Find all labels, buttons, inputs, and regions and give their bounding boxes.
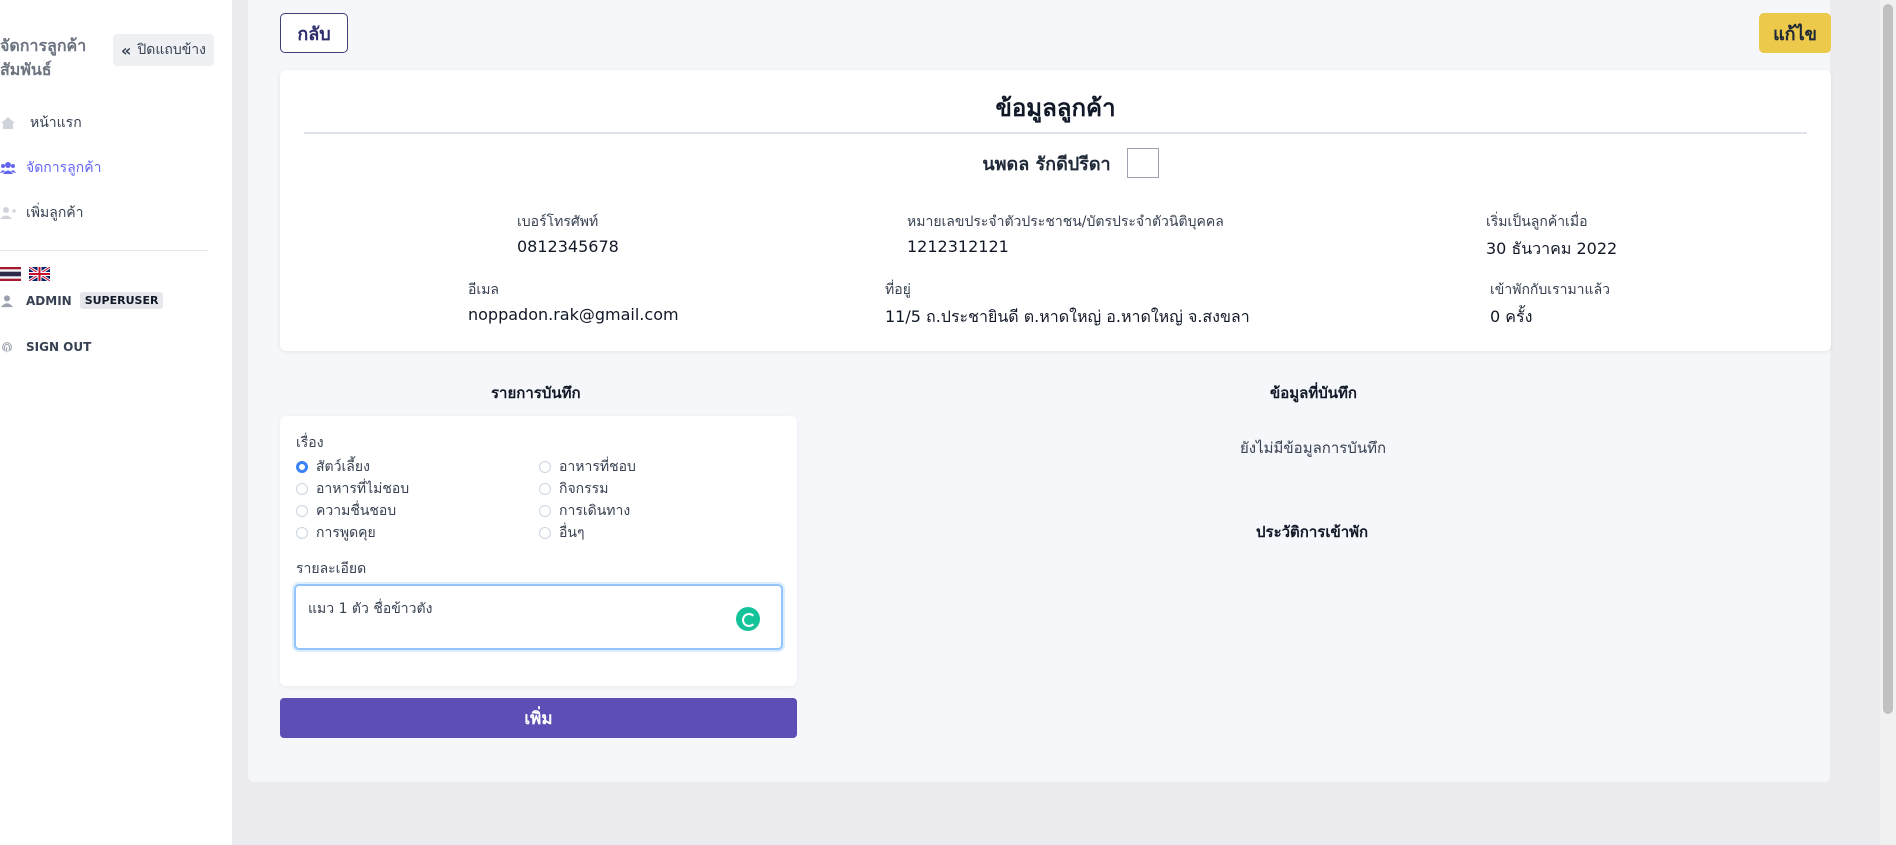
customer-info-title: ข้อมูลลูกค้า [995, 94, 1116, 122]
fingerprint-icon [2, 342, 12, 353]
radio-label: อาหารที่ชอบ [559, 459, 636, 475]
radio-dot[interactable] [296, 527, 308, 539]
id-value: 1212312121 [907, 237, 1009, 256]
radio-favorite-food[interactable]: อาหารที่ชอบ [539, 458, 782, 476]
customer-name: นพดล รักดีปรีดา [982, 153, 1111, 175]
radio-label: อาหารที่ไม่ชอบ [316, 481, 410, 497]
radio-preferences[interactable]: ความชื่นชอบ [296, 502, 539, 520]
sidebar-item-home[interactable]: หน้าแรก [0, 112, 82, 134]
since-field: เริ่มเป็นลูกค้าเมื่อ 30 ธันวาคม 2022 [1486, 211, 1617, 262]
radio-dot[interactable] [539, 527, 551, 539]
edit-button[interactable]: แก้ไข [1759, 13, 1831, 53]
detail-textarea[interactable]: แมว 1 ตัว ชื่อข้าวตัง [294, 584, 783, 650]
app-brand: จัดการลูกค้าสัมพันธ์ [0, 36, 87, 79]
sidebar-divider [0, 250, 208, 251]
stays-field: เข้าพักกับเรามาแล้ว 0 ครั้ง [1490, 279, 1610, 330]
current-user: ADMIN SUPERUSER [0, 292, 164, 309]
note-form: เรื่อง สัตว์เลี้ยง อาหารที่ชอบ อาหารที่ไ… [280, 416, 797, 686]
sidebar-item-add-customer[interactable]: เพิ่มลูกค้า [0, 202, 84, 224]
radio-dot[interactable] [539, 505, 551, 517]
radio-dot[interactable] [539, 461, 551, 473]
user-plus-icon [0, 207, 16, 219]
sidebar: จัดการลูกค้าสัมพันธ์ « ปิดแถบข้าง หน้าแร… [0, 0, 232, 845]
detail-label: รายละเอียด [296, 561, 367, 577]
radio-label: กิจกรรม [559, 481, 609, 497]
customer-info-card: ข้อมูลลูกค้า นพดล รักดีปรีดา เบอร์โทรศัพ… [280, 70, 1831, 351]
subject-radio-group: สัตว์เลี้ยง อาหารที่ชอบ อาหารที่ไม่ชอบ ก… [296, 458, 786, 542]
stays-label: เข้าพักกับเรามาแล้ว [1490, 282, 1611, 298]
stay-history-title: ประวัติการเข้าพัก [1256, 523, 1369, 541]
language-switcher [0, 267, 50, 281]
sidebar-item-label: จัดการลูกค้า [26, 160, 102, 176]
radio-dot[interactable] [296, 483, 308, 495]
radio-dot[interactable] [296, 461, 308, 473]
uk-flag-icon[interactable] [29, 267, 50, 281]
phone-label: เบอร์โทรศัพท์ [517, 214, 599, 230]
email-label: อีเมล [468, 282, 500, 298]
phone-value: 0812345678 [517, 237, 619, 256]
collapse-sidebar-button[interactable]: « ปิดแถบข้าง [113, 34, 214, 66]
radio-label: การเดินทาง [559, 503, 631, 519]
radio-label: การพูดคุย [316, 525, 376, 541]
address-field: ที่อยู่ 11/5 ถ.ประชายินดี ต.หาดใหญ่ อ.หา… [885, 279, 1250, 330]
radio-disliked-food[interactable]: อาหารที่ไม่ชอบ [296, 480, 539, 498]
sidebar-item-customers[interactable]: จัดการลูกค้า [0, 157, 101, 179]
collapse-sidebar-label: ปิดแถบข้าง [137, 42, 206, 58]
chevrons-left-icon: « [121, 40, 132, 60]
stays-value: 0 ครั้ง [1490, 307, 1533, 326]
back-button[interactable]: กลับ [280, 13, 348, 53]
customer-photo [1126, 148, 1159, 178]
customer-name-row: นพดล รักดีปรีดา [280, 148, 1831, 178]
radio-other[interactable]: อื่นๆ [539, 524, 782, 542]
email-value: noppadon.rak@gmail.com [468, 305, 679, 324]
notes-section-title: รายการบันทึก [491, 384, 581, 402]
sidebar-item-label: หน้าแรก [30, 115, 82, 131]
users-icon [0, 162, 16, 174]
home-icon [1, 117, 15, 129]
title-divider [304, 132, 1807, 134]
user-icon [0, 294, 14, 307]
since-label: เริ่มเป็นลูกค้าเมื่อ [1486, 214, 1588, 230]
radio-travel[interactable]: การเดินทาง [539, 502, 782, 520]
grammarly-icon[interactable] [736, 607, 760, 631]
address-value: 11/5 ถ.ประชายินดี ต.หาดใหญ่ อ.หาดใหญ่ จ.… [885, 307, 1250, 326]
sign-out-label: SIGN OUT [26, 340, 92, 354]
since-value: 30 ธันวาคม 2022 [1486, 239, 1618, 258]
user-name: ADMIN [26, 293, 72, 308]
email-field: อีเมล noppadon.rak@gmail.com [468, 279, 679, 324]
address-label: ที่อยู่ [885, 282, 911, 298]
radio-dot[interactable] [296, 505, 308, 517]
saved-section-title: ข้อมูลที่บันทึก [1270, 384, 1357, 402]
empty-notes-message: ยังไม่มีข้อมูลการบันทึก [1240, 439, 1387, 457]
radio-conversation[interactable]: การพูดคุย [296, 524, 539, 542]
radio-label: สัตว์เลี้ยง [316, 459, 370, 475]
add-note-button[interactable]: เพิ่ม [280, 698, 797, 738]
thai-flag-icon[interactable] [0, 267, 21, 281]
radio-label: ความชื่นชอบ [316, 503, 397, 519]
page-scrollbar[interactable] [1880, 0, 1896, 845]
radio-activities[interactable]: กิจกรรม [539, 480, 782, 498]
id-field: หมายเลขประจำตัวประชาชน/บัตรประจำตัวนิติบ… [907, 211, 1224, 256]
scrollbar-thumb[interactable] [1883, 4, 1893, 714]
sign-out-button[interactable]: SIGN OUT [0, 340, 91, 354]
user-role-badge: SUPERUSER [79, 292, 164, 309]
sidebar-item-label: เพิ่มลูกค้า [26, 205, 84, 221]
subject-label: เรื่อง [296, 435, 324, 451]
radio-label: อื่นๆ [559, 525, 585, 541]
radio-dot[interactable] [539, 483, 551, 495]
phone-field: เบอร์โทรศัพท์ 0812345678 [517, 211, 619, 256]
id-label: หมายเลขประจำตัวประชาชน/บัตรประจำตัวนิติบ… [907, 214, 1224, 230]
radio-pets[interactable]: สัตว์เลี้ยง [296, 458, 539, 476]
